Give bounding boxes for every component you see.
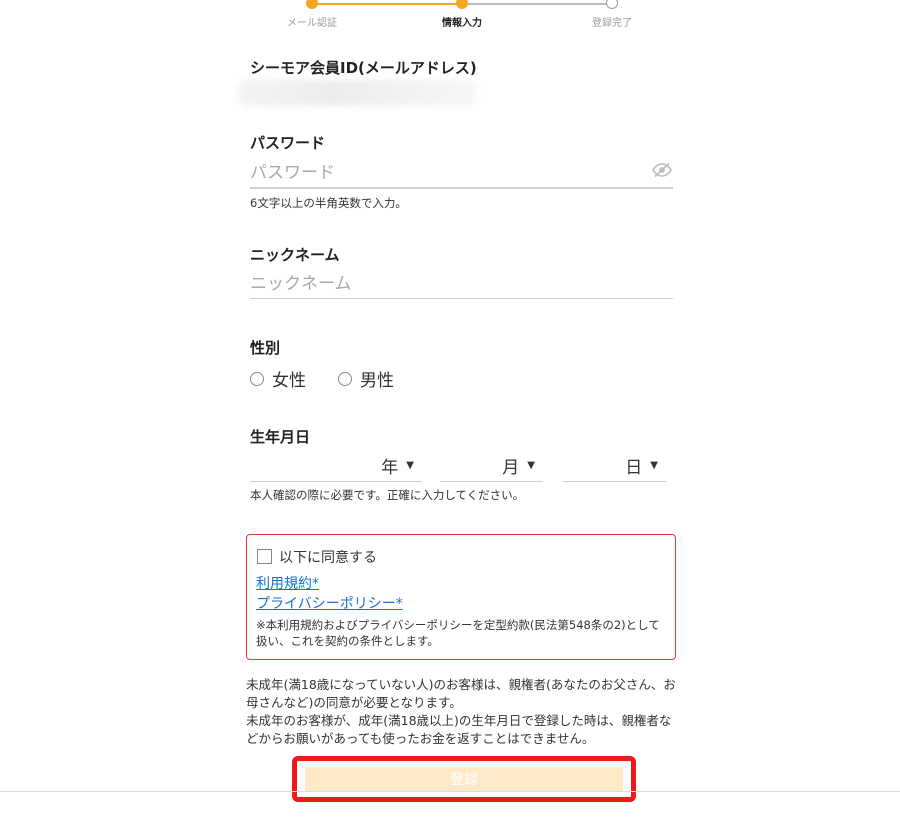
birthdate-title: 生年月日 [250, 428, 311, 446]
gender-radio-male[interactable]: 男性 [338, 366, 394, 391]
gender-male-label: 男性 [360, 371, 394, 391]
footer-divider [0, 791, 900, 792]
minor-notice-line2: 未成年のお客様が、成年(満18歳以上)の生年月日で登録した時は、親権者などからお… [246, 713, 672, 746]
gender-title: 性別 [250, 339, 281, 357]
minor-notice-line1: 未成年(満18歳になっていない人)のお客様は、親権者(あなたのお父さん、お母さん… [246, 677, 676, 710]
agree-label[interactable]: 以下に同意する [279, 547, 377, 567]
step-dot-mail [306, 0, 318, 9]
register-button-highlight: 登録 [292, 756, 636, 802]
birth-year-select[interactable]: 年 ▼ [250, 450, 422, 482]
password-underline [250, 188, 673, 189]
birthdate-hint: 本人確認の際に必要です。正確に入力してください。 [250, 488, 525, 502]
password-title: パスワード [250, 134, 326, 152]
nickname-input[interactable] [250, 270, 673, 299]
password-input[interactable] [250, 159, 673, 188]
step-dot-done [606, 0, 618, 9]
nickname-title: ニックネーム [250, 246, 340, 264]
step-dot-info [456, 0, 468, 9]
stepper-line-done [312, 3, 462, 5]
gender-radio-group: 女性 男性 [250, 366, 426, 391]
agreement-box: 以下に同意する 利用規約* プライバシーポリシー* ※本利用規約およびプライバシ… [246, 534, 676, 660]
progress-stepper: メール認証 情報入力 登録完了 [0, 0, 900, 34]
privacy-policy-link[interactable]: プライバシーポリシー* [256, 593, 403, 613]
radio-circle-icon [250, 371, 264, 386]
radio-circle-icon [338, 371, 352, 386]
email-title: シーモア会員ID(メールアドレス) [250, 59, 477, 77]
eye-off-icon[interactable] [652, 162, 672, 178]
gender-female-label: 女性 [272, 371, 306, 391]
step-label-done: 登録完了 [592, 18, 632, 29]
terms-link[interactable]: 利用規約* [256, 573, 319, 593]
agreement-note: ※本利用規約およびプライバシーポリシーを定型約款(民法第548条の2)として扱い… [256, 618, 660, 648]
email-value-redacted [238, 80, 476, 106]
minor-notice: 未成年(満18歳になっていない人)のお客様は、親権者(あなたのお父さん、お母さん… [246, 676, 682, 748]
agree-checkbox[interactable] [257, 549, 272, 564]
register-button[interactable]: 登録 [305, 767, 623, 791]
caret-down-icon: ▼ [406, 460, 414, 471]
day-label: 日 [625, 458, 643, 478]
step-label-mail: メール認証 [287, 18, 337, 29]
password-hint: 6文字以上の半角英数で入力。 [250, 196, 407, 210]
step-label-info: 情報入力 [442, 18, 482, 29]
stepper-line-pending [462, 3, 612, 5]
caret-down-icon: ▼ [650, 460, 658, 471]
gender-radio-female[interactable]: 女性 [250, 366, 306, 391]
month-label: 月 [502, 458, 520, 478]
birth-month-select[interactable]: 月 ▼ [440, 450, 543, 482]
caret-down-icon: ▼ [527, 460, 535, 471]
year-label: 年 [381, 458, 399, 478]
birth-day-select[interactable]: 日 ▼ [563, 450, 666, 482]
